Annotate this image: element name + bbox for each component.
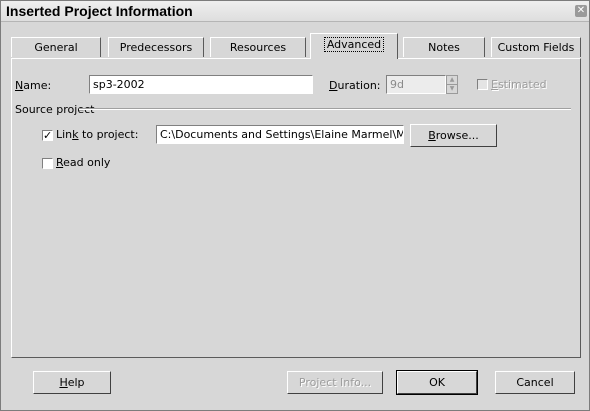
project-info-button[interactable]: Project Info...: [287, 371, 383, 394]
link-to-project-checkbox[interactable]: ✓: [42, 130, 53, 141]
close-button[interactable]: ✕: [575, 5, 587, 17]
spin-up-icon[interactable]: ▲: [447, 76, 457, 85]
help-button[interactable]: Help: [33, 371, 111, 394]
close-icon: ✕: [576, 5, 586, 16]
duration-field[interactable]: 9d: [386, 75, 446, 94]
name-field[interactable]: sp3-2002: [89, 75, 313, 94]
ok-button[interactable]: OK: [396, 370, 478, 395]
inserted-project-information-dialog: Inserted Project Information ✕ General P…: [0, 0, 590, 411]
tab-predecessors[interactable]: Predecessors: [108, 37, 204, 57]
link-to-project-label: Link to project:: [56, 128, 139, 141]
tab-advanced[interactable]: Advanced: [310, 33, 398, 59]
read-only-label: Read only: [56, 156, 111, 169]
spin-down-icon[interactable]: ▼: [447, 85, 457, 93]
group-divider: [79, 108, 571, 110]
tab-resources[interactable]: Resources: [210, 37, 306, 57]
estimated-checkbox[interactable]: [477, 79, 488, 90]
estimated-label: Estimated: [491, 78, 547, 91]
check-icon: ✓: [43, 129, 53, 142]
dialog-title: Inserted Project Information: [6, 3, 193, 19]
tab-custom-fields[interactable]: Custom Fields: [491, 37, 581, 57]
tab-notes[interactable]: Notes: [403, 37, 485, 57]
duration-spinner[interactable]: ▲ ▼: [446, 75, 458, 94]
link-path-field[interactable]: C:\Documents and Settings\Elaine Marmel\…: [156, 125, 404, 144]
tab-general[interactable]: General: [11, 37, 101, 57]
tab-strip: General Predecessors Resources Advanced …: [11, 33, 581, 59]
cancel-button[interactable]: Cancel: [495, 371, 575, 394]
browse-button[interactable]: Browse...: [410, 124, 497, 147]
advanced-tab-panel: [11, 58, 581, 358]
title-bar: Inserted Project Information ✕: [1, 1, 589, 22]
name-label: Name:: [15, 79, 52, 92]
duration-label: Duration:: [329, 79, 381, 92]
read-only-checkbox[interactable]: [42, 158, 53, 169]
